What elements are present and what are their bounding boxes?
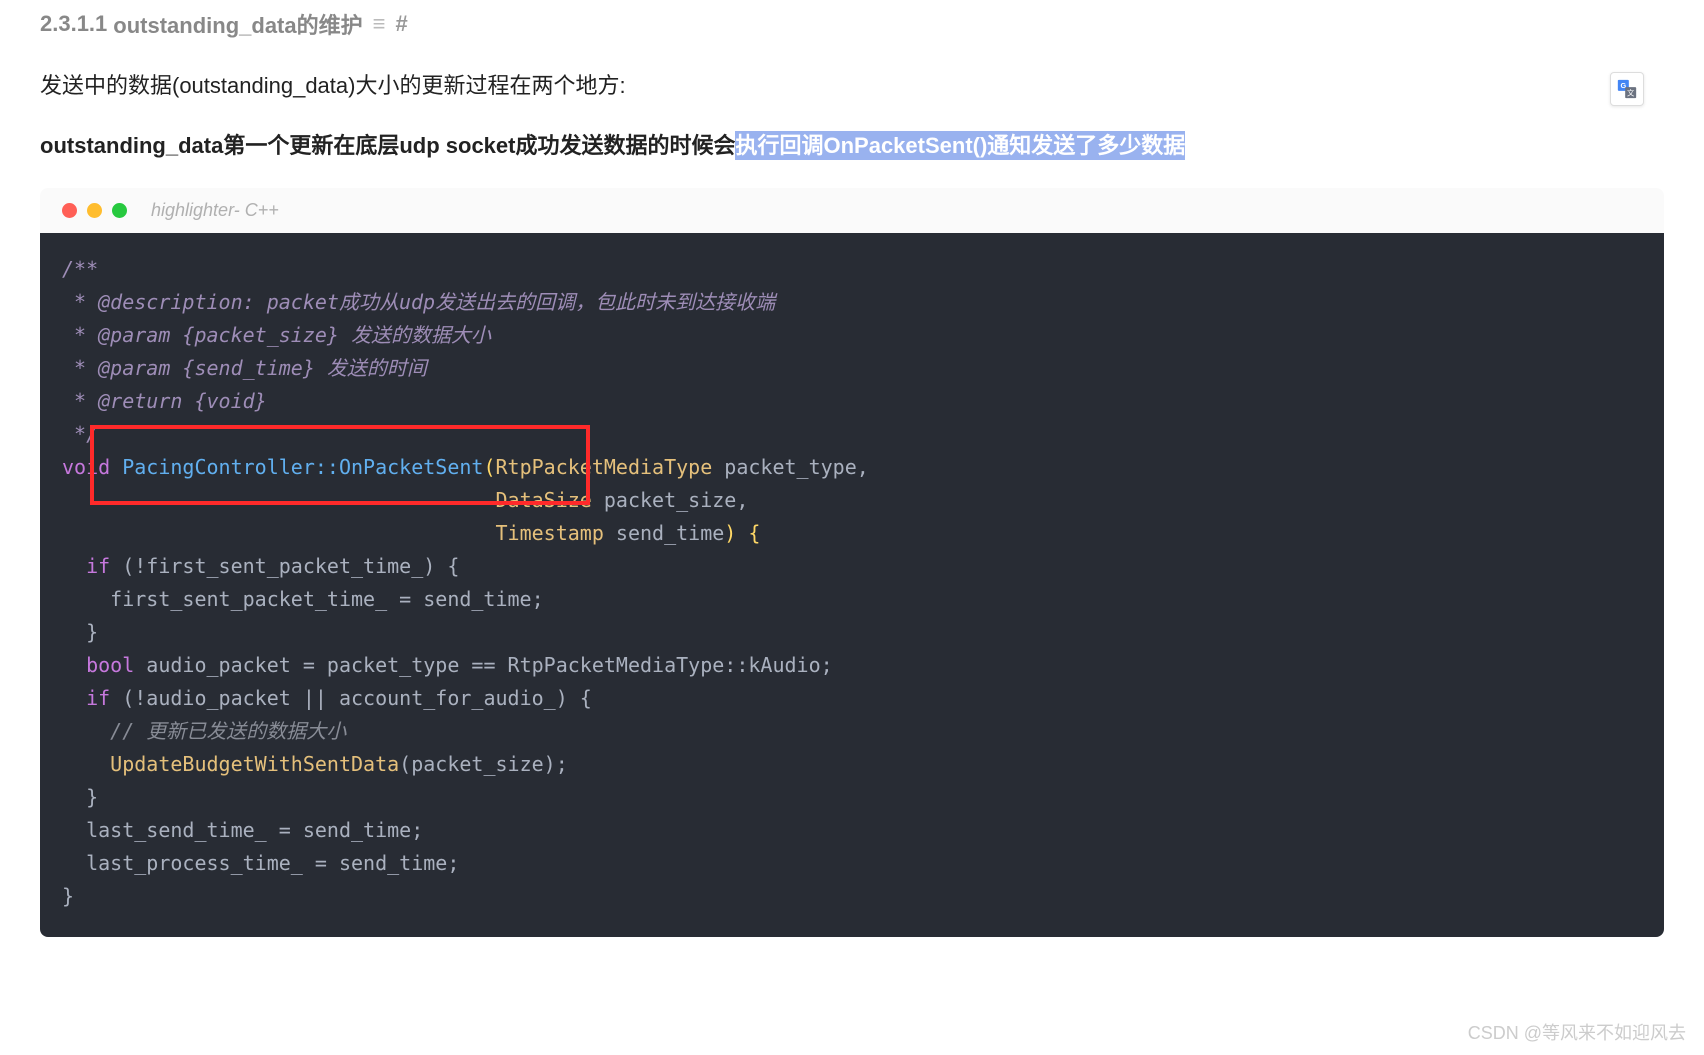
function-name: PacingController::OnPacketSent xyxy=(122,455,483,479)
heading-anchors: ≡ # xyxy=(373,11,408,37)
intro-paragraph: 发送中的数据(outstanding_data)大小的更新过程在两个地方: xyxy=(40,68,1664,100)
arg-type: Timestamp xyxy=(495,521,603,545)
google-translate-icon: G 文 xyxy=(1616,78,1638,100)
traffic-green-icon xyxy=(112,203,127,218)
keyword-bool: bool xyxy=(86,653,134,677)
code-block: highlighter- C++ /** * @description: pac… xyxy=(40,188,1664,937)
subheading-prefix: outstanding_data第一个更新在底层udp socket成功发送数据… xyxy=(40,133,735,158)
heading-number: 2.3.1.1 xyxy=(40,11,107,37)
comment-line: /** xyxy=(62,257,98,281)
heading-title: outstanding_data的维护 xyxy=(113,8,362,40)
comment-line: * @param {send_time} 发送的时间 xyxy=(62,356,427,380)
comment-line: * @description: packet成功从udp发送出去的回调，包此时未… xyxy=(62,290,775,314)
traffic-yellow-icon xyxy=(87,203,102,218)
translate-widget[interactable]: G 文 xyxy=(1610,72,1644,106)
comment-line: * @param {packet_size} 发送的数据大小 xyxy=(62,323,491,347)
subheading-highlight: 执行回调OnPacketSent()通知发送了多少数据 xyxy=(735,131,1185,160)
function-call: UpdateBudgetWithSentData xyxy=(110,752,399,776)
arg-type: RtpPacketMediaType xyxy=(496,455,713,479)
list-icon[interactable]: ≡ xyxy=(373,11,386,37)
keyword-if: if xyxy=(86,686,110,710)
code-body[interactable]: /** * @description: packet成功从udp发送出去的回调，… xyxy=(40,233,1664,937)
traffic-red-icon xyxy=(62,203,77,218)
keyword-if: if xyxy=(86,554,110,578)
svg-text:文: 文 xyxy=(1627,88,1635,97)
comment-line: */ xyxy=(62,422,98,446)
section-heading: 2.3.1.1 outstanding_data的维护 ≡ # xyxy=(40,8,1664,40)
inline-comment: // 更新已发送的数据大小 xyxy=(62,719,346,743)
arg-name: packet_size xyxy=(604,488,736,512)
arg-type: DataSize xyxy=(495,488,591,512)
watermark: CSDN @等风来不如迎风去 xyxy=(1468,1019,1686,1045)
code-header: highlighter- C++ xyxy=(40,188,1664,233)
keyword-void: void xyxy=(62,455,110,479)
subheading: outstanding_data第一个更新在底层udp socket成功发送数据… xyxy=(40,128,1664,160)
hash-icon[interactable]: # xyxy=(395,11,407,37)
arg-name: packet_type xyxy=(724,455,856,479)
comment-line: * @return {void} xyxy=(62,389,267,413)
code-language-label: highlighter- C++ xyxy=(151,200,279,221)
arg-name: send_time xyxy=(616,521,724,545)
